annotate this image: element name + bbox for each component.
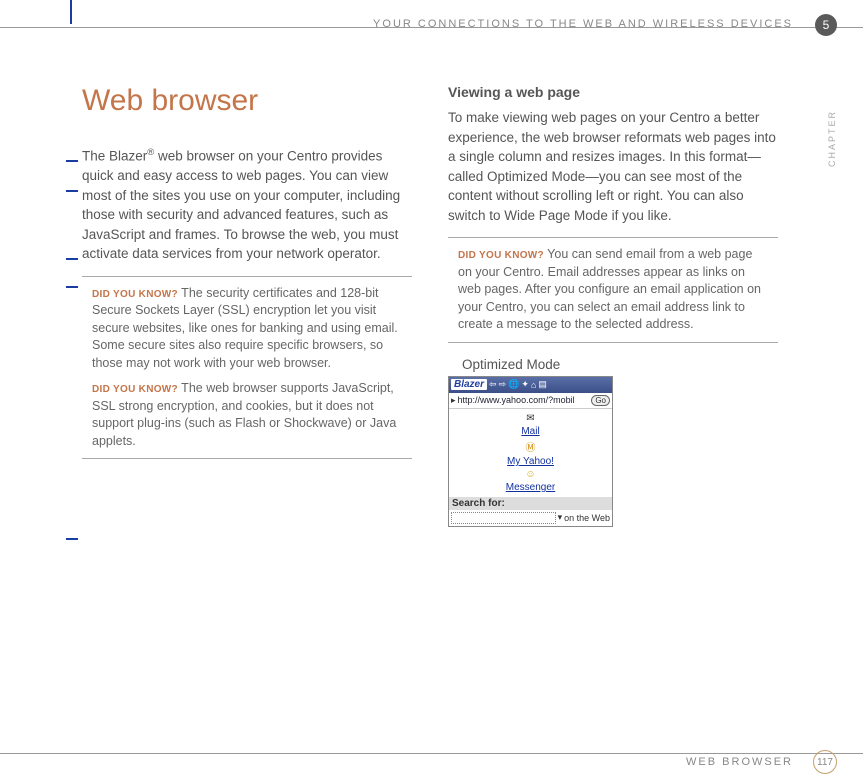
chapter-number-badge: 5 xyxy=(815,14,837,36)
right-column: Viewing a web page To make viewing web p… xyxy=(448,84,778,527)
search-scope-dropdown: ▾ on the Web xyxy=(558,512,610,523)
app-name: Blazer xyxy=(451,379,487,390)
crop-mark xyxy=(70,0,72,24)
section-subtitle: Viewing a web page xyxy=(448,84,778,100)
crop-mark xyxy=(66,258,78,260)
myyahoo-link: My Yahoo! xyxy=(449,456,612,467)
dropdown-arrow-icon: ▾ xyxy=(558,512,563,523)
crop-mark xyxy=(66,286,78,288)
messenger-face-icon: ☺ xyxy=(449,469,612,480)
crop-mark xyxy=(66,190,78,192)
mode-label: Optimized Mode xyxy=(462,357,778,372)
url-arrow-icon: ▸ xyxy=(451,395,456,406)
home-icon: ⌂ xyxy=(531,380,536,390)
phone-screenshot: Blazer ⇦ ⇨ 🌐 ✦ ⌂ ▤ ▸ http://www.yahoo.co… xyxy=(448,376,613,527)
did-you-know-box: DID YOU KNOW? You can send email from a … xyxy=(448,237,778,343)
intro-text: The Blazer® web browser on your Centro p… xyxy=(82,146,412,264)
did-you-know-box: DID YOU KNOW? The security certificates … xyxy=(82,276,412,460)
dyk-label: DID YOU KNOW? xyxy=(458,250,544,261)
back-icon: ⇦ xyxy=(489,379,497,390)
go-button: Go xyxy=(591,395,610,406)
header-section-title: YOUR CONNECTIONS TO THE WEB AND WIRELESS… xyxy=(373,18,793,30)
left-column: Web browser The Blazer® web browser on y… xyxy=(82,84,412,527)
page-number: 117 xyxy=(813,750,837,774)
bookmark-icon: ✦ xyxy=(521,379,529,390)
messenger-link: Messenger xyxy=(449,482,612,493)
mail-link: Mail xyxy=(449,426,612,437)
url-bar: ▸ http://www.yahoo.com/?mobil Go xyxy=(449,393,612,409)
url-text: http://www.yahoo.com/?mobil xyxy=(458,395,590,405)
search-row: ▾ on the Web xyxy=(449,510,612,526)
menu-icon: ▤ xyxy=(538,379,547,390)
forward-icon: ⇨ xyxy=(499,379,507,390)
mail-envelope-icon: ✉ xyxy=(449,413,612,424)
search-input xyxy=(451,512,556,524)
page-title: Web browser xyxy=(82,84,412,118)
chapter-label: CHAPTER xyxy=(827,110,837,167)
myyahoo-icon: Ⓜ xyxy=(449,439,612,454)
crop-mark xyxy=(66,160,78,162)
search-label: Search for: xyxy=(449,497,612,510)
dyk-label: DID YOU KNOW? xyxy=(92,384,178,395)
refresh-icon: 🌐 xyxy=(508,379,519,390)
section-body: To make viewing web pages on your Centro… xyxy=(448,108,778,225)
crop-mark xyxy=(66,538,78,540)
footer-section-title: WEB BROWSER xyxy=(686,756,793,768)
phone-titlebar: Blazer ⇦ ⇨ 🌐 ✦ ⌂ ▤ xyxy=(449,377,612,393)
dyk-label: DID YOU KNOW? xyxy=(92,289,178,300)
phone-content: ✉ Mail Ⓜ My Yahoo! ☺ Messenger xyxy=(449,409,612,497)
